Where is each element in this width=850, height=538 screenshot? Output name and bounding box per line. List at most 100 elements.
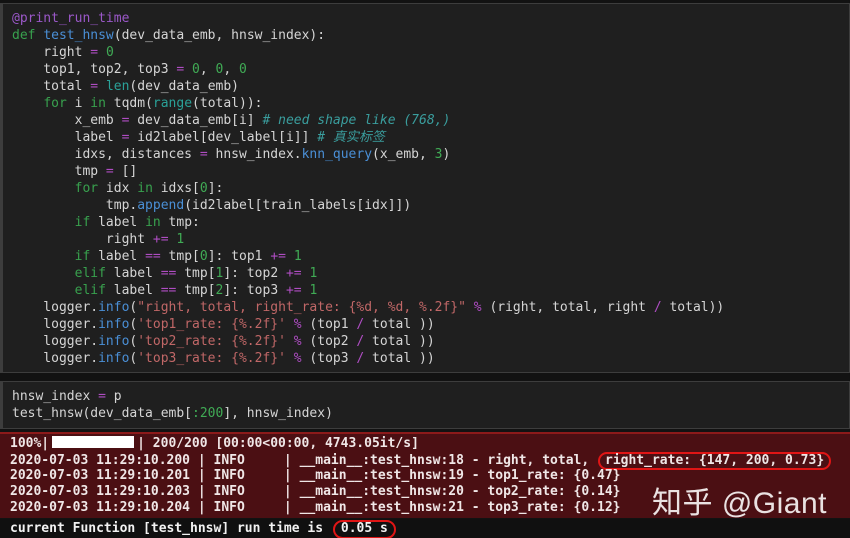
code-token: 1 [309, 283, 318, 298]
code-token: ]: top1 [207, 249, 271, 264]
code-token: == [145, 249, 161, 264]
code-token: % [293, 317, 302, 332]
code-line: hnsw_index = p [12, 388, 843, 405]
code-token: p [105, 389, 122, 404]
code-token: label [90, 215, 146, 230]
tqdm-progress-line: 100%| | 200/200 [00:00<00:00, 4743.05it/s… [10, 436, 850, 452]
code-token: 0 [105, 45, 114, 60]
code-token: in [137, 181, 153, 196]
code-token: (total)): [192, 96, 263, 111]
code-line: if label in tmp: [12, 214, 843, 231]
code-token: logger. [12, 334, 99, 349]
code-token: label [12, 130, 122, 145]
runtime-highlight-box: 0.05 s [332, 520, 396, 538]
code-line: logger.info('top2_rate: {%.2f}' % (top2 … [12, 333, 843, 350]
code-token: logger. [12, 317, 99, 332]
code-token: total )) [364, 317, 435, 332]
code-token: % [293, 351, 302, 366]
code-line: test_hnsw(dev_data_emb[:200], hnsw_index… [12, 405, 843, 422]
code-line: def test_hnsw(dev_data_emb, hnsw_index): [12, 27, 843, 44]
code-token: total )) [364, 334, 435, 349]
code-token: / [653, 300, 662, 315]
code-token: # need shape like (768,) [262, 113, 451, 128]
code-token: = [199, 147, 208, 162]
screenshot-root: @print_run_time def test_hnsw(dev_data_em… [0, 0, 850, 538]
code-token: ]: [207, 181, 224, 196]
code-line: tmp = [] [12, 163, 843, 180]
code-token: += [285, 266, 302, 281]
code-token: in [90, 96, 106, 111]
code-token: total)) [661, 300, 725, 315]
code-token: tmp[ [176, 266, 216, 281]
code-token: (x_emb, [372, 147, 435, 162]
code-token: x_emb [12, 113, 122, 128]
code-token: right [12, 45, 91, 60]
code-token: ]: top2 [223, 266, 286, 281]
code-token: test_hnsw(dev_data_emb[ [12, 406, 193, 421]
code-token: elif [74, 266, 106, 281]
code-token: hnsw_index. [207, 147, 302, 162]
code-token: hnsw_index [12, 389, 99, 404]
code-token: 1 [293, 249, 302, 264]
log-text: 2020-07-03 11:29:10.203 | INFO | __main_… [10, 484, 621, 499]
code-token: , [199, 62, 216, 77]
code-token: 'top2_rate: {%.2f}' [137, 334, 286, 349]
code-line: for i in tqdm(range(total)): [12, 95, 843, 112]
code-token: = [98, 389, 106, 404]
code-token: info [98, 300, 130, 315]
code-token: [] [113, 164, 138, 179]
code-token: total )) [364, 351, 435, 366]
log-text: 2020-07-03 11:29:10.204 | INFO | __main_… [10, 500, 621, 515]
code-token: tqdm( [105, 96, 153, 111]
code-token: label [90, 249, 146, 264]
zhihu-watermark: 知乎 @Giant [652, 487, 827, 520]
code-token: 0 [199, 249, 208, 264]
code-token: for [74, 181, 99, 196]
code-token: tmp [12, 164, 106, 179]
code-line: logger.info("right, total, right_rate: {… [12, 299, 843, 316]
code-token: tmp: [160, 215, 200, 230]
code-token: (top3 [301, 351, 357, 366]
code-token: id2label[dev_label[i]] [129, 130, 318, 145]
code-token: 'top3_rate: {%.2f}' [137, 351, 286, 366]
code-token: % [293, 334, 302, 349]
code-token: idxs[ [152, 181, 200, 196]
code-token: 3 [434, 147, 443, 162]
code-token: tmp[ [160, 249, 200, 264]
code-token: info [98, 317, 130, 332]
code-line: for idx in idxs[0]: [12, 180, 843, 197]
code-block-function: @print_run_time def test_hnsw(dev_data_em… [12, 10, 843, 367]
code-token: = [105, 164, 114, 179]
code-token: ]: top3 [223, 283, 286, 298]
progress-percent: 100%| [10, 436, 50, 451]
code-block-invocation: hnsw_index = p test_hnsw(dev_data_emb[:20… [12, 388, 843, 422]
code-token: (dev_data_emb) [129, 79, 239, 94]
code-token: knn_query [301, 147, 373, 162]
code-token: label [105, 266, 161, 281]
code-token: tmp[ [176, 283, 216, 298]
code-token: total [12, 79, 91, 94]
code-token: # 真实标签 [317, 130, 385, 145]
runtime-text: current Function [test_hnsw] run time is [10, 521, 331, 536]
code-token: @print_run_time [12, 11, 130, 26]
code-line: elif label == tmp[1]: top2 += 1 [12, 265, 843, 282]
code-token: top1, top2, top3 [12, 62, 177, 77]
code-token: def [12, 28, 44, 43]
code-token: right [12, 232, 153, 247]
code-line: total = len(dev_data_emb) [12, 78, 843, 95]
code-token: 0 [199, 181, 208, 196]
code-token: logger. [12, 300, 99, 315]
code-token: == [160, 266, 177, 281]
log-line: 2020-07-03 11:29:10.200 | INFO | __main_… [10, 452, 850, 470]
highlight-oval: right_rate: {147, 200, 0.73} [598, 452, 832, 470]
code-token: if [74, 249, 91, 264]
